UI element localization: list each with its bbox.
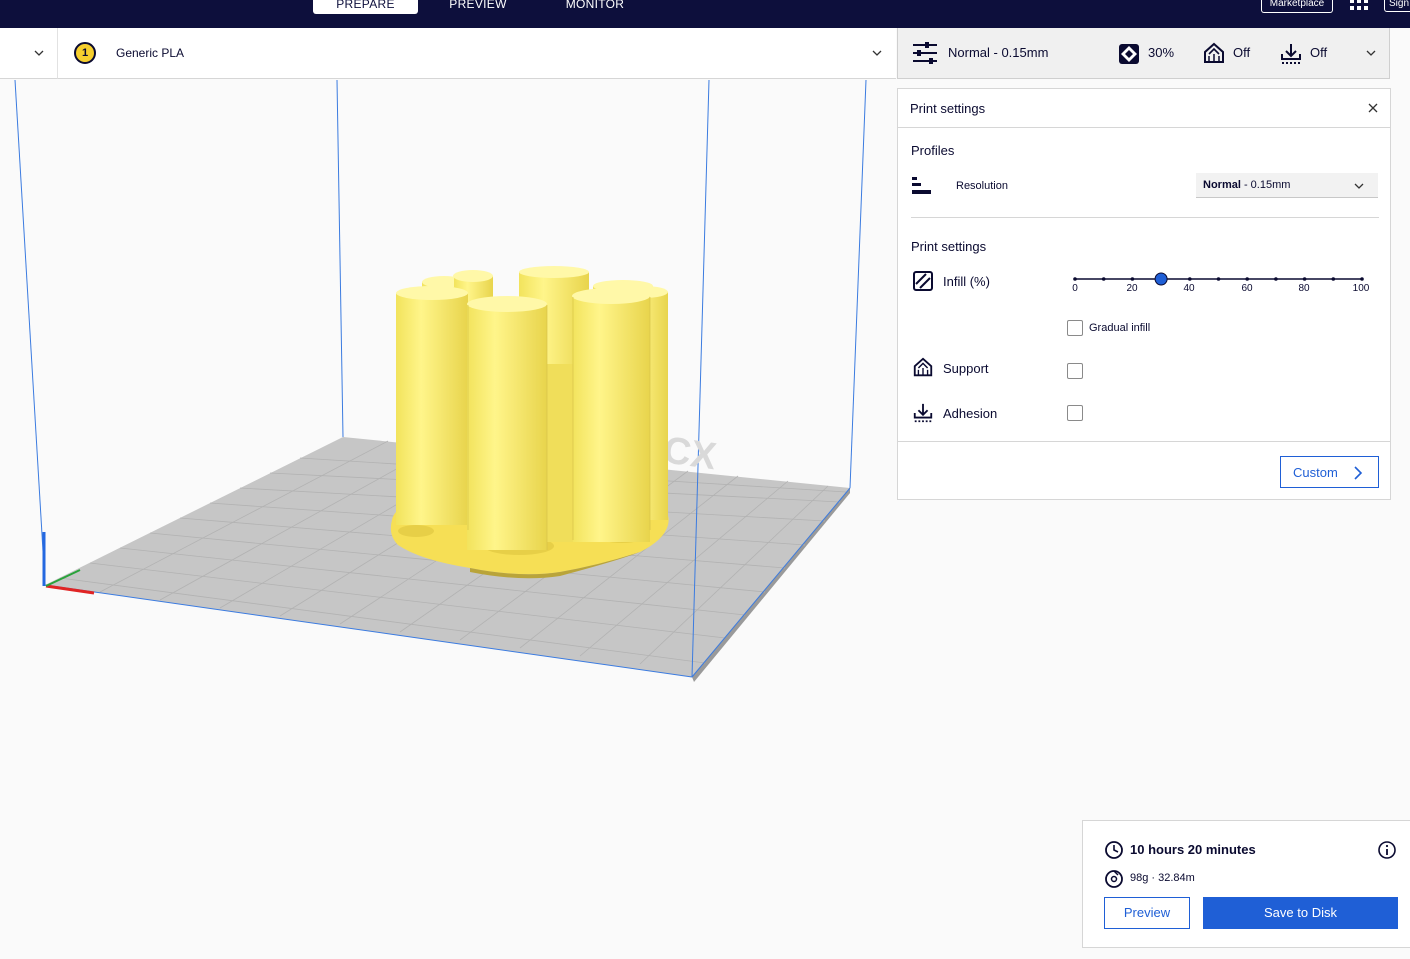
panel-footer-divider <box>898 441 1390 442</box>
material-estimate: 98g · 32.84m <box>1130 872 1195 884</box>
sign-in-button[interactable]: Sign in <box>1384 0 1410 12</box>
extruder-badge: 1 <box>74 42 96 64</box>
support-label: Support <box>943 361 989 376</box>
material-name: Generic PLA <box>116 46 185 60</box>
print-settings-summary[interactable]: Normal - 0.15mm 30% Off Off <box>897 28 1390 79</box>
custom-settings-button[interactable]: Custom <box>1280 456 1379 488</box>
chevron-down-icon <box>1354 183 1364 189</box>
adhesion-icon <box>913 403 933 423</box>
chevron-down-icon <box>34 50 44 56</box>
resolution-value: Normal - 0.15mm <box>1203 179 1291 191</box>
infill-label: Infill (%) <box>943 274 990 289</box>
print-settings-heading: Print settings <box>911 239 987 254</box>
resolution-label: Resolution <box>956 180 1008 192</box>
build-plate-logo: CX <box>661 429 720 478</box>
slider-tick-dot <box>1245 277 1249 281</box>
infill-slider[interactable]: 0 20 40 60 80 100 <box>1072 272 1369 303</box>
3d-model[interactable] <box>390 266 669 579</box>
panel-header: Print settings <box>898 89 1390 128</box>
adhesion-label: Adhesion <box>943 406 998 421</box>
slider-tick-label: 80 <box>1298 283 1310 294</box>
sliders-icon <box>913 42 937 64</box>
preview-button[interactable]: Preview <box>1104 897 1190 929</box>
resolution-dropdown[interactable]: Normal - 0.15mm <box>1196 173 1378 198</box>
slider-tick-dot <box>1188 277 1192 281</box>
adhesion-checkbox[interactable] <box>1067 405 1083 421</box>
slider-tick-dot <box>1101 277 1106 281</box>
infill-summary: 30% <box>1148 45 1175 60</box>
slider-handle[interactable] <box>1154 272 1168 286</box>
slider-tick-dot <box>1331 277 1336 281</box>
info-icon[interactable] <box>1377 840 1397 860</box>
slider-tick-dot <box>1274 277 1278 281</box>
close-icon[interactable] <box>1366 101 1380 115</box>
app-header: PREPARE PREVIEW MONITOR Marketplace Sign… <box>0 0 1410 28</box>
profiles-heading: Profiles <box>911 143 955 158</box>
chevron-right-icon <box>1354 466 1363 480</box>
support-icon <box>1204 42 1224 63</box>
print-estimate-panel: 10 hours 20 minutes 98g · 32.84m Preview… <box>1082 820 1410 948</box>
gradual-infill-label: Gradual infill <box>1089 322 1151 334</box>
marketplace-button[interactable]: Marketplace <box>1261 0 1333 13</box>
clock-icon <box>1105 841 1123 859</box>
save-to-disk-button[interactable]: Save to Disk <box>1203 897 1398 929</box>
adhesion-icon <box>1281 44 1301 64</box>
infill-slider-track[interactable] <box>1073 272 1364 289</box>
support-summary: Off <box>1233 45 1251 60</box>
chevron-down-icon <box>872 50 882 56</box>
slider-tick-dot <box>1360 277 1364 281</box>
infill-icon <box>1119 44 1139 64</box>
slider-tick-dot <box>1130 277 1135 281</box>
stage-tab-monitor[interactable]: MONITOR <box>545 0 645 14</box>
slider-tick-dot <box>1302 277 1307 281</box>
slider-tick-dot <box>1073 277 1077 281</box>
applications-grid-icon[interactable] <box>1349 0 1369 12</box>
adhesion-summary: Off <box>1310 45 1328 60</box>
stage-tab-preview[interactable]: PREVIEW <box>428 0 528 14</box>
chevron-down-icon <box>1366 50 1376 56</box>
slider-tick-label: 60 <box>1241 283 1253 294</box>
support-icon <box>913 357 933 377</box>
slider-tick-label: 0 <box>1072 283 1078 294</box>
panel-title: Print settings <box>910 101 986 116</box>
infill-icon <box>913 271 933 291</box>
resolution-icon <box>912 177 931 194</box>
custom-button-label: Custom <box>1293 465 1338 480</box>
print-settings-panel: Print settings Profiles Resolution Norma… <box>897 88 1391 500</box>
gradual-infill-checkbox[interactable] <box>1067 320 1083 336</box>
slider-tick-label: 100 <box>1352 283 1370 294</box>
printer-selector[interactable] <box>0 28 58 79</box>
spool-icon <box>1105 870 1123 888</box>
slider-tick-label: 20 <box>1126 283 1138 294</box>
print-time: 10 hours 20 minutes <box>1130 842 1256 857</box>
slider-tick-dot <box>1216 277 1221 281</box>
support-checkbox[interactable] <box>1067 363 1083 379</box>
slider-tick-label: 40 <box>1183 283 1195 294</box>
profile-summary: Normal - 0.15mm <box>948 45 1049 60</box>
divider <box>911 217 1379 218</box>
material-selector[interactable]: 1 Generic PLA <box>58 28 896 79</box>
stage-tab-prepare[interactable]: PREPARE <box>313 0 418 14</box>
